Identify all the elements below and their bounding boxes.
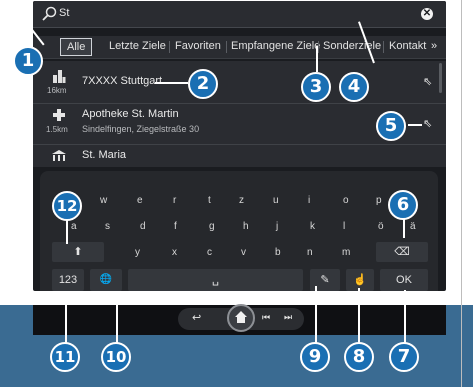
callout-12: 12 xyxy=(52,191,82,221)
pharmacy-cross-icon xyxy=(53,109,65,121)
tab-received[interactable]: Empfangene Ziele xyxy=(231,39,320,54)
callout-2: 2 xyxy=(188,69,218,99)
leader-line xyxy=(155,82,188,84)
navigation-display: St ✕ Alle Letzte Ziele Favoriten Empfang… xyxy=(33,1,446,291)
key-oe[interactable]: ö xyxy=(378,221,384,232)
numbers-key[interactable]: 123 xyxy=(52,269,84,291)
tab-divider xyxy=(383,41,384,53)
key-n[interactable]: n xyxy=(307,247,313,258)
leader-line xyxy=(404,290,406,345)
page-margin-rule xyxy=(461,0,462,387)
callout-8: 8 xyxy=(344,342,374,372)
key-s[interactable]: s xyxy=(105,221,110,232)
ok-button[interactable]: OK xyxy=(380,269,428,291)
key-r[interactable]: r xyxy=(173,195,176,206)
result-title: St. Maria xyxy=(82,149,127,161)
tab-divider xyxy=(169,41,170,53)
leader-line xyxy=(66,218,68,244)
key-m[interactable]: m xyxy=(342,247,350,258)
close-circle-icon[interactable]: ✕ xyxy=(421,8,433,20)
result-title: 7XXXX Stuttgart xyxy=(82,75,163,87)
touch-input-icon[interactable]: ☝ xyxy=(346,269,374,291)
leader-line xyxy=(315,286,317,345)
leader-line xyxy=(408,124,422,126)
leader-line xyxy=(65,294,67,345)
arrow-up-left-icon[interactable]: ⇖ xyxy=(423,117,432,130)
screenshot-canvas: St ✕ Alle Letzte Ziele Favoriten Empfang… xyxy=(0,0,473,387)
callout-7: 7 xyxy=(389,342,419,372)
leader-line xyxy=(403,218,405,238)
list-item[interactable]: 16km 7XXXX Stuttgart ⇖ xyxy=(33,67,446,97)
space-key[interactable]: ␣ xyxy=(128,269,303,291)
result-title: Apotheke St. Martin xyxy=(82,108,179,120)
key-w[interactable]: w xyxy=(100,195,107,206)
magnifier-icon xyxy=(42,6,57,21)
key-u[interactable]: u xyxy=(273,195,279,206)
key-y[interactable]: y xyxy=(135,247,140,258)
key-j[interactable]: j xyxy=(276,221,278,232)
home-button[interactable] xyxy=(227,304,255,332)
key-k[interactable]: k xyxy=(310,221,315,232)
key-e[interactable]: e xyxy=(137,195,143,206)
shift-key[interactable]: ⬆ xyxy=(52,242,104,262)
tab-recent[interactable]: Letzte Ziele xyxy=(109,39,166,54)
key-l[interactable]: l xyxy=(343,221,345,232)
callout-5: 5 xyxy=(376,111,406,141)
callout-3: 3 xyxy=(301,72,331,102)
back-icon[interactable]: ↩ xyxy=(192,311,201,324)
search-input[interactable]: St xyxy=(59,7,69,19)
key-a[interactable]: a xyxy=(71,221,77,232)
callout-6: 6 xyxy=(388,190,418,220)
callout-9: 9 xyxy=(300,342,330,372)
key-t[interactable]: t xyxy=(208,195,211,206)
previous-icon[interactable]: ⏮ xyxy=(262,312,270,323)
key-v[interactable]: v xyxy=(241,247,246,258)
city-icon xyxy=(53,70,66,83)
leader-line xyxy=(358,288,360,345)
callout-11: 11 xyxy=(50,342,80,372)
church-icon xyxy=(52,150,66,161)
callout-10: 10 xyxy=(101,342,131,372)
callout-4: 4 xyxy=(339,72,369,102)
key-g[interactable]: g xyxy=(209,221,215,232)
key-ae[interactable]: ä xyxy=(410,221,416,232)
tab-divider xyxy=(226,41,227,53)
search-bar[interactable]: St ✕ xyxy=(33,1,446,28)
globe-icon[interactable]: 🌐 xyxy=(90,269,122,291)
tab-contacts[interactable]: Kontakt xyxy=(389,39,427,54)
tab-poi[interactable]: Sonderziele xyxy=(323,39,381,54)
tab-favorites[interactable]: Favoriten xyxy=(175,39,221,54)
home-icon xyxy=(235,311,247,323)
key-i[interactable]: i xyxy=(308,195,310,206)
key-c[interactable]: c xyxy=(207,247,212,258)
category-tabs: Alle Letzte Ziele Favoriten Empfangene Z… xyxy=(33,36,446,59)
leader-line xyxy=(316,46,318,72)
next-icon[interactable]: ⏭ xyxy=(284,312,292,323)
backspace-key[interactable]: ⌫ xyxy=(376,242,428,262)
tab-all[interactable]: Alle xyxy=(60,38,93,56)
key-x[interactable]: x xyxy=(172,247,177,258)
key-z[interactable]: z xyxy=(239,195,244,206)
leader-line xyxy=(116,294,118,345)
result-address: Sindelfingen, Ziegelstraße 30 xyxy=(82,124,200,134)
key-p[interactable]: p xyxy=(376,195,382,206)
key-h[interactable]: h xyxy=(243,221,249,232)
callout-1: 1 xyxy=(13,46,43,76)
tab-more[interactable]: » xyxy=(431,39,437,54)
row-divider xyxy=(33,103,446,104)
distance-label: 1.5km xyxy=(46,125,68,134)
arrow-up-left-icon[interactable]: ⇖ xyxy=(423,75,432,88)
key-d[interactable]: d xyxy=(140,221,146,232)
row-divider xyxy=(33,144,446,145)
key-o[interactable]: o xyxy=(343,195,349,206)
tab-divider xyxy=(318,41,319,53)
key-f[interactable]: f xyxy=(174,221,177,232)
onscreen-keyboard: w e r t z u i o p a s d f g h j k l ö ä … xyxy=(40,171,438,291)
distance-label: 16km xyxy=(47,86,67,95)
scrollbar[interactable] xyxy=(439,63,442,93)
key-b[interactable]: b xyxy=(275,247,281,258)
